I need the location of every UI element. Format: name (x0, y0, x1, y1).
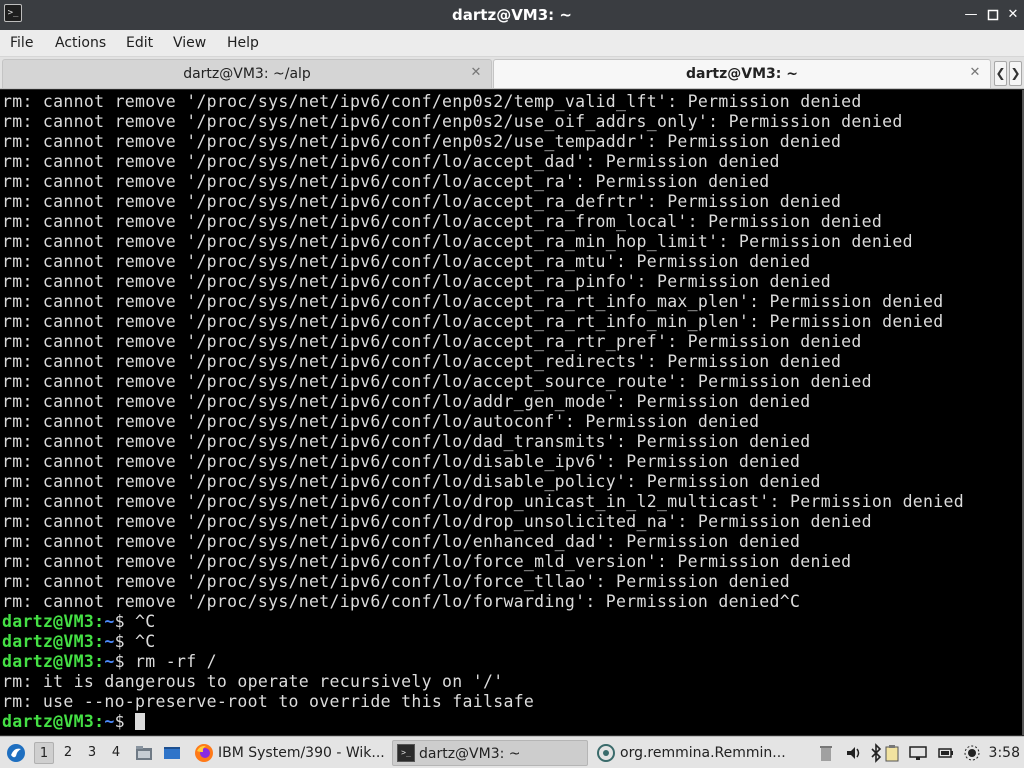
chevron-left-icon[interactable]: ❮ (994, 61, 1007, 86)
text-cursor (135, 713, 146, 730)
tab-close-icon[interactable]: ✕ (968, 66, 982, 80)
menu-help[interactable]: Help (227, 30, 259, 57)
command-text: ^C (135, 632, 156, 651)
prompt-line: dartz@VM3:~$ ^C (2, 612, 156, 632)
workspace-1[interactable]: 1 (34, 742, 54, 764)
output-line: rm: cannot remove '/proc/sys/net/ipv6/co… (2, 532, 801, 551)
output-line: rm: cannot remove '/proc/sys/net/ipv6/co… (2, 492, 964, 511)
prompt-symbol: $ (114, 652, 136, 671)
clock[interactable]: 3:58 (989, 737, 1020, 768)
output-line: rm: cannot remove '/proc/sys/net/ipv6/co… (2, 552, 852, 571)
output-line: rm: cannot remove '/proc/sys/net/ipv6/co… (2, 192, 842, 211)
output-line: rm: it is dangerous to operate recursive… (2, 672, 504, 691)
task-firefox[interactable]: IBM System/390 - Wik... (218, 737, 388, 768)
output-line: rm: cannot remove '/proc/sys/net/ipv6/co… (2, 472, 821, 491)
maximize-icon[interactable] (984, 6, 1002, 24)
workspace-4[interactable]: 4 (106, 742, 126, 764)
start-menu-icon[interactable] (6, 743, 26, 763)
prompt-path: ~ (104, 712, 115, 731)
output-line: rm: cannot remove '/proc/sys/net/ipv6/co… (2, 312, 944, 331)
output-line: rm: cannot remove '/proc/sys/net/ipv6/co… (2, 232, 913, 251)
prompt-symbol: $ (114, 712, 136, 731)
remmina-icon[interactable] (596, 743, 616, 763)
output-line: rm: cannot remove '/proc/sys/net/ipv6/co… (2, 92, 862, 111)
output-line: rm: cannot remove '/proc/sys/net/ipv6/co… (2, 172, 770, 191)
output-line: rm: cannot remove '/proc/sys/net/ipv6/co… (2, 252, 811, 271)
network-icon[interactable] (908, 743, 928, 763)
task-remmina[interactable]: org.remmina.Remmin... (620, 737, 790, 768)
tab-label: dartz@VM3: ~/alp (183, 66, 311, 82)
prompt-separator: : (94, 712, 105, 731)
menu-bar: File Actions Edit View Help (0, 30, 1024, 57)
menu-edit[interactable]: Edit (126, 30, 153, 57)
power-icon[interactable] (936, 743, 956, 763)
output-line: rm: cannot remove '/proc/sys/net/ipv6/co… (2, 152, 780, 171)
output-line: rm: cannot remove '/proc/sys/net/ipv6/co… (2, 512, 872, 531)
output-line: rm: cannot remove '/proc/sys/net/ipv6/co… (2, 112, 903, 131)
task-terminal-label: dartz@VM3: ~ (419, 746, 521, 762)
close-icon[interactable]: ✕ (1004, 6, 1022, 24)
tab-bar: dartz@VM3: ~/alp ✕ dartz@VM3: ~ ✕ ❮ ❯ (0, 57, 1024, 89)
tab-label: dartz@VM3: ~ (686, 66, 798, 82)
output-line: rm: use --no-preserve-root to override t… (2, 692, 535, 711)
output-line: rm: cannot remove '/proc/sys/net/ipv6/co… (2, 372, 872, 391)
output-line: rm: cannot remove '/proc/sys/net/ipv6/co… (2, 592, 801, 611)
output-line: rm: cannot remove '/proc/sys/net/ipv6/co… (2, 132, 842, 151)
output-line: rm: cannot remove '/proc/sys/net/ipv6/co… (2, 212, 883, 231)
output-line: rm: cannot remove '/proc/sys/net/ipv6/co… (2, 452, 801, 471)
prompt-line: dartz@VM3:~$ (2, 712, 146, 732)
trash-icon[interactable] (816, 743, 836, 763)
window-title: dartz@VM3: ~ (452, 6, 572, 24)
chevron-right-icon[interactable]: ❯ (1009, 61, 1022, 86)
taskbar: 1 2 3 4 IBM System/390 - Wik... >_ dartz… (0, 736, 1024, 768)
output-line: rm: cannot remove '/proc/sys/net/ipv6/co… (2, 572, 791, 591)
output-line: rm: cannot remove '/proc/sys/net/ipv6/co… (2, 412, 760, 431)
file-manager-icon[interactable] (134, 743, 154, 763)
output-line: rm: cannot remove '/proc/sys/net/ipv6/co… (2, 392, 811, 411)
output-line: rm: cannot remove '/proc/sys/net/ipv6/co… (2, 292, 944, 311)
prompt-user: dartz@VM3 (2, 712, 95, 731)
prompt-separator: : (94, 612, 105, 631)
menu-file[interactable]: File (10, 30, 33, 57)
prompt-symbol: $ (114, 632, 136, 651)
workspace-2[interactable]: 2 (58, 742, 78, 764)
clipboard-icon[interactable] (882, 743, 902, 763)
command-text: rm -rf / (135, 652, 217, 671)
tab-home[interactable]: dartz@VM3: ~ ✕ (493, 59, 991, 88)
output-line: rm: cannot remove '/proc/sys/net/ipv6/co… (2, 352, 842, 371)
workspace-3[interactable]: 3 (82, 742, 102, 764)
command-text: ^C (135, 612, 156, 631)
task-terminal[interactable]: >_ dartz@VM3: ~ (392, 740, 588, 766)
output-line: rm: cannot remove '/proc/sys/net/ipv6/co… (2, 332, 862, 351)
prompt-line: dartz@VM3:~$ rm -rf / (2, 652, 217, 672)
prompt-user: dartz@VM3 (2, 612, 95, 631)
prompt-line: dartz@VM3:~$ ^C (2, 632, 156, 652)
tab-alp[interactable]: dartz@VM3: ~/alp ✕ (2, 59, 492, 88)
brightness-icon[interactable] (962, 743, 982, 763)
tab-close-icon[interactable]: ✕ (469, 66, 483, 80)
menu-actions[interactable]: Actions (55, 30, 106, 57)
prompt-user: dartz@VM3 (2, 632, 95, 651)
firefox-icon[interactable] (194, 743, 214, 763)
output-line: rm: cannot remove '/proc/sys/net/ipv6/co… (2, 272, 831, 291)
output-line: rm: cannot remove '/proc/sys/net/ipv6/co… (2, 432, 811, 451)
terminal-output[interactable]: rm: cannot remove '/proc/sys/net/ipv6/co… (0, 90, 1022, 735)
prompt-user: dartz@VM3 (2, 652, 95, 671)
prompt-symbol: $ (114, 612, 136, 631)
menu-view[interactable]: View (173, 30, 206, 57)
prompt-path: ~ (104, 632, 115, 651)
prompt-path: ~ (104, 652, 115, 671)
prompt-separator: : (94, 652, 105, 671)
prompt-separator: : (94, 632, 105, 651)
show-desktop-icon[interactable] (162, 743, 182, 763)
window-titlebar[interactable]: >_ dartz@VM3: ~ — ✕ (0, 0, 1024, 30)
minimize-icon[interactable]: — (962, 6, 980, 24)
prompt-path: ~ (104, 612, 115, 631)
volume-icon[interactable] (844, 743, 864, 763)
terminal-icon: >_ (397, 744, 415, 762)
